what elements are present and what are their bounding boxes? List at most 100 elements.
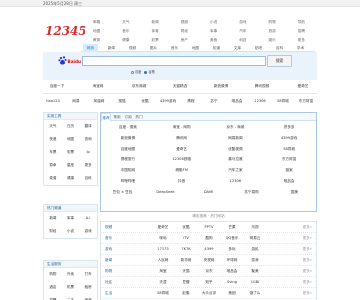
main-tab[interactable]: 常用: [112, 113, 122, 121]
header-link[interactable]: 地图: [82, 27, 111, 36]
header-link[interactable]: 新闻: [141, 18, 170, 27]
sidebar-link[interactable]: 车票: [44, 146, 62, 159]
category-site-link[interactable]: 爱奇艺: [158, 222, 169, 233]
header-link[interactable]: 汽车: [228, 27, 257, 36]
sidebar-link[interactable]: 翻译: [79, 120, 97, 133]
category-site-link[interactable]: 人民网: [158, 255, 169, 266]
category-site-link[interactable]: 赶集: [182, 288, 189, 299]
sidebar-link[interactable]: 地图: [62, 133, 80, 146]
category-site-link[interactable]: 唯品会: [227, 266, 238, 277]
radio-baidu[interactable]: 百度: [131, 70, 141, 74]
site-logo-icon[interactable]: 12345b: [45, 21, 85, 39]
sidebar-link[interactable]: 算命: [44, 159, 62, 172]
category-site-link[interactable]: 游民: [251, 244, 258, 255]
header-link[interactable]: 导航: [287, 18, 316, 27]
sidebar-link[interactable]: 机票: [62, 281, 80, 294]
main-site-link[interactable]: 新浪微博: [101, 133, 155, 144]
site-link[interactable]: 12306: [254, 99, 265, 103]
category-site-link[interactable]: 酷狗: [205, 233, 212, 244]
sidebar-link[interactable]: A.I: [79, 212, 97, 225]
site-link[interactable]: 唯品会: [232, 99, 243, 104]
main-site-link[interactable]: 豆包 × 豆包: [101, 187, 144, 198]
more-link[interactable]: 更多»: [303, 222, 312, 233]
category-label[interactable]: 游戏: [105, 244, 112, 255]
site-link[interactable]: 58同城: [277, 99, 289, 104]
site-link[interactable]: 网易: [72, 99, 79, 104]
search-tab[interactable]: 音乐: [167, 44, 182, 52]
category-site-link[interactable]: 央视网: [204, 255, 215, 266]
main-site-link[interactable]: 网易新闻: [209, 133, 263, 144]
category-site-link[interactable]: 7K7K: [181, 244, 190, 255]
search-tab[interactable]: 图片: [146, 44, 161, 52]
search-tab[interactable]: 新闻: [104, 44, 119, 52]
main-tab[interactable]: 推荐: [101, 113, 111, 122]
site-link[interactable]: 百度一下: [50, 84, 64, 89]
main-site-link[interactable]: 京东 - 商城: [209, 122, 263, 133]
category-site-link[interactable]: 天涯: [159, 277, 166, 288]
sidebar-link[interactable]: 酒店: [44, 281, 62, 294]
main-site-link[interactable]: 哔哩哔哩: [101, 176, 155, 187]
sidebar-link[interactable]: 财经: [44, 225, 62, 238]
category-site-link[interactable]: Sving: [227, 277, 237, 288]
category-site-link[interactable]: 网易云: [250, 233, 261, 244]
main-site-link[interactable]: 喜马拉雅: [209, 154, 263, 165]
main-site-link[interactable]: 国美: [273, 187, 316, 198]
main-site-link[interactable]: 链家: [262, 165, 316, 176]
category-label[interactable]: 购物: [105, 266, 112, 277]
sidebar-link[interactable]: 菜谱: [44, 172, 62, 185]
sidebar-link[interactable]: 游戏: [79, 225, 97, 238]
category-site-link[interactable]: 多玩: [228, 244, 235, 255]
category-site-link[interactable]: 美团: [228, 288, 235, 299]
category-site-link[interactable]: 聚美: [251, 266, 258, 277]
main-site-link[interactable]: 优酷视频: [209, 144, 263, 155]
main-site-link[interactable]: 抖音: [155, 176, 209, 187]
category-site-link[interactable]: 58同城: [157, 288, 169, 299]
sidebar-link[interactable]: 家政: [79, 294, 97, 300]
sidebar-link[interactable]: 军事: [62, 212, 80, 225]
search-tab[interactable]: 文库: [230, 44, 245, 52]
radio-dot[interactable]: [131, 70, 134, 74]
site-link[interactable]: 苏宁: [210, 99, 217, 104]
site-link[interactable]: 爱奇艺: [298, 84, 309, 89]
category-site-link[interactable]: 天猫: [182, 266, 189, 277]
header-link[interactable]: 音乐: [111, 27, 140, 36]
category-site-link[interactable]: 饿了么: [250, 288, 261, 299]
search-tab[interactable]: 网页: [83, 44, 98, 52]
main-site-link[interactable]: 12306: [209, 176, 263, 187]
sidebar-link[interactable]: 更多: [79, 159, 97, 172]
site-link[interactable]: 京东商城: [132, 84, 146, 89]
category-site-link[interactable]: 4399: [204, 244, 213, 255]
main-tab[interactable]: 热门: [134, 113, 144, 121]
sidebar-link[interactable]: 二手: [62, 294, 80, 300]
main-site-link[interactable]: 58同城: [262, 144, 316, 155]
category-site-link[interactable]: 优酷: [182, 222, 189, 233]
search-tab[interactable]: 贴吧: [251, 44, 266, 52]
header-link[interactable]: 小说: [199, 18, 228, 27]
site-link[interactable]: 优酷: [141, 99, 148, 104]
main-site-link[interactable]: DeepSeek: [144, 187, 187, 198]
main-site-link[interactable]: 淘宝 - 网购: [155, 122, 209, 133]
site-link[interactable]: 搜狐: [118, 99, 125, 104]
search-tab[interactable]: 学术: [293, 44, 308, 52]
header-link[interactable]: 视频: [170, 18, 199, 27]
header-link[interactable]: 游戏: [228, 18, 257, 27]
more-link[interactable]: 更多»: [303, 255, 312, 266]
site-link[interactable]: 东方财富: [299, 99, 313, 104]
sidebar-link[interactable]: 健康: [62, 172, 80, 185]
main-site-link[interactable]: 百度地图: [101, 144, 155, 155]
more-link[interactable]: 更多»: [303, 288, 312, 299]
header-link[interactable]: 购物: [258, 18, 287, 27]
category-site-link[interactable]: 环球网: [227, 255, 238, 266]
main-site-link[interactable]: 汽车之家: [209, 165, 263, 176]
more-link[interactable]: 更多»: [303, 244, 312, 255]
search-input[interactable]: [82, 56, 266, 66]
header-link[interactable]: 军事: [199, 27, 228, 36]
sidebar-link[interactable]: 天气: [44, 120, 62, 133]
site-link[interactable]: hao123: [46, 99, 60, 103]
category-site-link[interactable]: 知乎: [205, 277, 212, 288]
radio-dot[interactable]: [144, 70, 148, 74]
sidebar-link[interactable]: 购物: [44, 268, 62, 281]
radio-google[interactable]: 谷歌: [144, 70, 155, 74]
site-link[interactable]: 天猫精选: [173, 84, 187, 89]
main-site-link[interactable]: 12306铁路: [155, 154, 209, 165]
